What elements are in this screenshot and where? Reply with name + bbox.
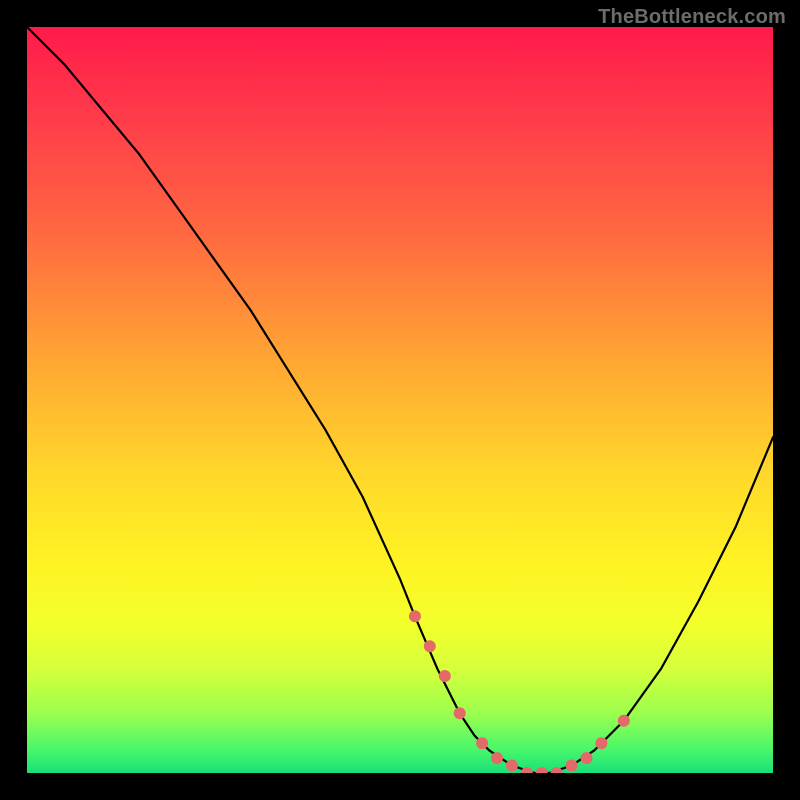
highlight-dot [618,715,630,727]
gradient-plot-area [27,27,773,773]
highlight-dot [409,610,421,622]
chart-stage: TheBottleneck.com [0,0,800,800]
highlight-dot [521,767,533,773]
highlight-dot [476,737,488,749]
highlight-dot [506,760,518,772]
highlight-dot [424,640,436,652]
highlight-dot [551,767,563,773]
highlight-dot [454,707,466,719]
highlight-dot [581,752,593,764]
highlight-dot [595,737,607,749]
watermark-text: TheBottleneck.com [598,6,786,29]
highlight-dot [536,767,548,773]
highlight-dot [566,760,578,772]
bottleneck-curve-path [27,27,773,773]
highlight-dot [439,670,451,682]
bottleneck-curve-svg [27,27,773,773]
highlight-dot [491,752,503,764]
